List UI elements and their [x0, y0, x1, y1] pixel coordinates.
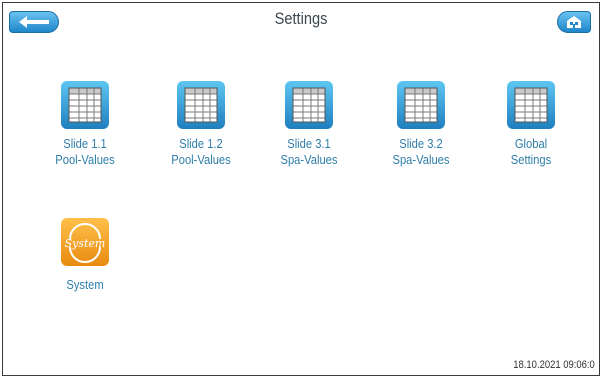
tile-label: System — [66, 277, 104, 292]
system-icon: System — [61, 218, 109, 266]
status-timestamp: 18.10.2021 09:06:0 — [513, 359, 595, 371]
home-icon — [567, 16, 581, 28]
tile-label: Global Settings — [510, 136, 552, 167]
settings-screen: Settings Slide 1.1 Pool-Values Slide 1.2… — [2, 2, 600, 376]
tile-global-settings[interactable]: Global Settings — [491, 80, 571, 168]
tile-slide-1-1[interactable]: Slide 1.1 Pool-Values — [45, 80, 125, 168]
tile-label: Slide 1.1 Pool-Values — [55, 136, 115, 167]
tile-label: Slide 3.1 Spa-Values — [280, 136, 338, 167]
table-icon — [177, 81, 225, 129]
home-button[interactable] — [557, 11, 591, 33]
tile-slide-3-2[interactable]: Slide 3.2 Spa-Values — [381, 80, 461, 168]
tile-slide-1-2[interactable]: Slide 1.2 Pool-Values — [161, 80, 241, 168]
tile-label: Slide 3.2 Spa-Values — [392, 136, 450, 167]
table-icon — [285, 81, 333, 129]
page-title: Settings — [274, 9, 328, 28]
table-icon — [61, 81, 109, 129]
tile-slide-3-1[interactable]: Slide 3.1 Spa-Values — [269, 80, 349, 168]
tile-system[interactable]: System System — [45, 217, 125, 293]
tile-label: Slide 1.2 Pool-Values — [171, 136, 231, 167]
system-icon-text: System — [65, 237, 106, 250]
table-icon — [507, 81, 555, 129]
header-bar: Settings — [3, 3, 599, 37]
table-icon — [397, 81, 445, 129]
